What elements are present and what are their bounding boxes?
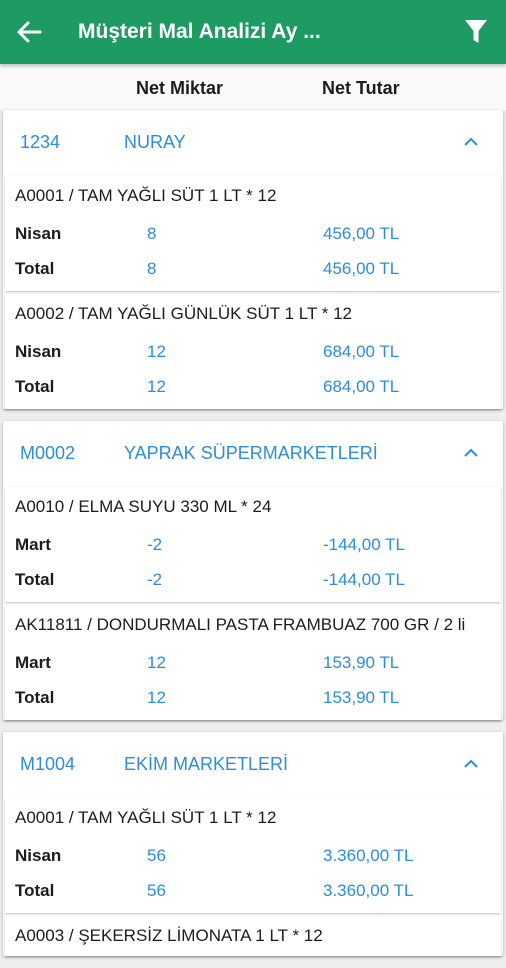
customer-code: 1234 — [20, 132, 61, 152]
net-quantity-value: -2 — [147, 570, 163, 589]
period-row: Total 12 153,90 TL — [5, 680, 501, 715]
period-label: Mart — [15, 653, 51, 672]
period-label: Total — [15, 881, 55, 900]
customer-code: M0002 — [20, 443, 76, 463]
customer-card-header[interactable]: M1004 EKİM MARKETLERİ — [3, 732, 503, 798]
net-amount-value: 3.360,00 TL — [323, 846, 414, 865]
chevron-up-icon[interactable] — [461, 754, 481, 774]
filter-button[interactable] — [446, 0, 506, 64]
period-row: Nisan 56 3.360,00 TL — [5, 838, 501, 873]
period-row: Nisan 8 456,00 TL — [5, 216, 501, 251]
product-title: A0001 / TAM YAĞLI SÜT 1 LT * 12 — [15, 186, 277, 205]
net-quantity-value: -2 — [147, 535, 163, 554]
product-item: A0001 / TAM YAĞLI SÜT 1 LT * 12 Nisan 8 456… — [5, 176, 501, 291]
period-label: Nisan — [15, 846, 62, 865]
period-row: Total -2 -144,00 TL — [5, 562, 501, 597]
net-quantity-value: 12 — [147, 653, 166, 672]
product-title: A0003 / ŞEKERSİZ LİMONATA 1 LT * 12 — [15, 926, 323, 945]
chevron-up-icon[interactable] — [461, 443, 481, 463]
period-label: Nisan — [15, 224, 62, 243]
period-label: Mart — [15, 535, 51, 554]
product-title: AK11811 / DONDURMALI PASTA FRAMBUAZ 700 … — [15, 615, 466, 634]
net-amount-value: 153,90 TL — [323, 688, 400, 707]
product-item: A0003 / ŞEKERSİZ LİMONATA 1 LT * 12 — [5, 916, 501, 956]
net-amount-value: 153,90 TL — [323, 653, 400, 672]
net-amount-value: -144,00 TL — [323, 535, 405, 554]
period-label: Total — [15, 259, 55, 278]
arrow-left-icon — [17, 21, 42, 43]
net-quantity-value: 56 — [147, 881, 166, 900]
customer-card-header[interactable]: 1234 NURAY — [3, 110, 503, 176]
product-item: A0002 / TAM YAĞLI GÜNLÜK SÜT 1 LT * 12 Ni… — [5, 294, 501, 409]
net-amount-value: -144,00 TL — [323, 570, 405, 589]
period-row: Total 56 3.360,00 TL — [5, 873, 501, 908]
page-title: Müşteri Mal Analizi Ay ... — [78, 20, 321, 43]
period-row: Total 12 684,00 TL — [5, 369, 501, 404]
filter-icon — [465, 20, 487, 43]
product-item: A0010 / ELMA SUYU 330 ML * 24 Mart -2 -144,… — [5, 487, 501, 602]
period-label: Total — [15, 377, 55, 396]
period-label: Nisan — [15, 342, 62, 361]
net-quantity-value: 12 — [147, 377, 166, 396]
net-amount-value: 3.360,00 TL — [323, 881, 414, 900]
net-quantity-value: 8 — [147, 259, 157, 278]
net-amount-value: 684,00 TL — [323, 342, 400, 361]
customer-card: M1004 EKİM MARKETLERİ A0001 / TAM YAĞLI SÜ… — [3, 732, 503, 956]
customer-code: M1004 — [20, 754, 76, 774]
net-quantity-value: 12 — [147, 688, 166, 707]
period-row: Mart -2 -144,00 TL — [5, 527, 501, 562]
customer-name: NURAY — [124, 132, 186, 152]
customer-name: EKİM MARKETLERİ — [124, 754, 289, 774]
period-row: Mart 12 153,90 TL — [5, 645, 501, 680]
app-bar: Müşteri Mal Analizi Ay ... — [0, 0, 506, 64]
customer-card-header[interactable]: M0002 YAPRAK SÜPERMARKETLERİ — [3, 421, 503, 487]
net-quantity-header: Net Miktar — [136, 78, 224, 98]
net-quantity-value: 8 — [147, 224, 157, 243]
net-quantity-value: 12 — [147, 342, 166, 361]
net-amount-value: 456,00 TL — [323, 224, 400, 243]
back-button[interactable] — [0, 0, 58, 64]
customer-card: 1234 NURAY A0001 / TAM YAĞLI SÜT 1 LT * 12… — [3, 110, 503, 409]
product-title: A0001 / TAM YAĞLI SÜT 1 LT * 12 — [15, 808, 277, 827]
customer-name: YAPRAK SÜPERMARKETLERİ — [124, 443, 378, 463]
product-title: A0010 / ELMA SUYU 330 ML * 24 — [15, 497, 272, 516]
period-label: Total — [15, 570, 55, 589]
net-amount-value: 684,00 TL — [323, 377, 400, 396]
net-quantity-value: 56 — [147, 846, 166, 865]
chevron-up-icon[interactable] — [461, 132, 481, 152]
period-label: Total — [15, 688, 55, 707]
product-title: A0002 / TAM YAĞLI GÜNLÜK SÜT 1 LT * 12 — [15, 304, 353, 323]
period-row: Total 8 456,00 TL — [5, 251, 501, 286]
net-amount-value: 456,00 TL — [323, 259, 400, 278]
product-item: A0001 / TAM YAĞLI SÜT 1 LT * 12 Nisan 56 3.… — [5, 798, 501, 913]
product-item: AK11811 / DONDURMALI PASTA FRAMBUAZ 700 … — [5, 605, 501, 720]
customer-list[interactable]: 1234 NURAY A0001 / TAM YAĞLI SÜT 1 LT * 12… — [0, 110, 506, 968]
net-amount-header: Net Tutar — [322, 78, 400, 98]
period-row: Nisan 12 684,00 TL — [5, 334, 501, 369]
customer-card: M0002 YAPRAK SÜPERMARKETLERİ A0010 / ELMA … — [3, 421, 503, 720]
column-header: Net Miktar Net Tutar — [0, 64, 506, 110]
